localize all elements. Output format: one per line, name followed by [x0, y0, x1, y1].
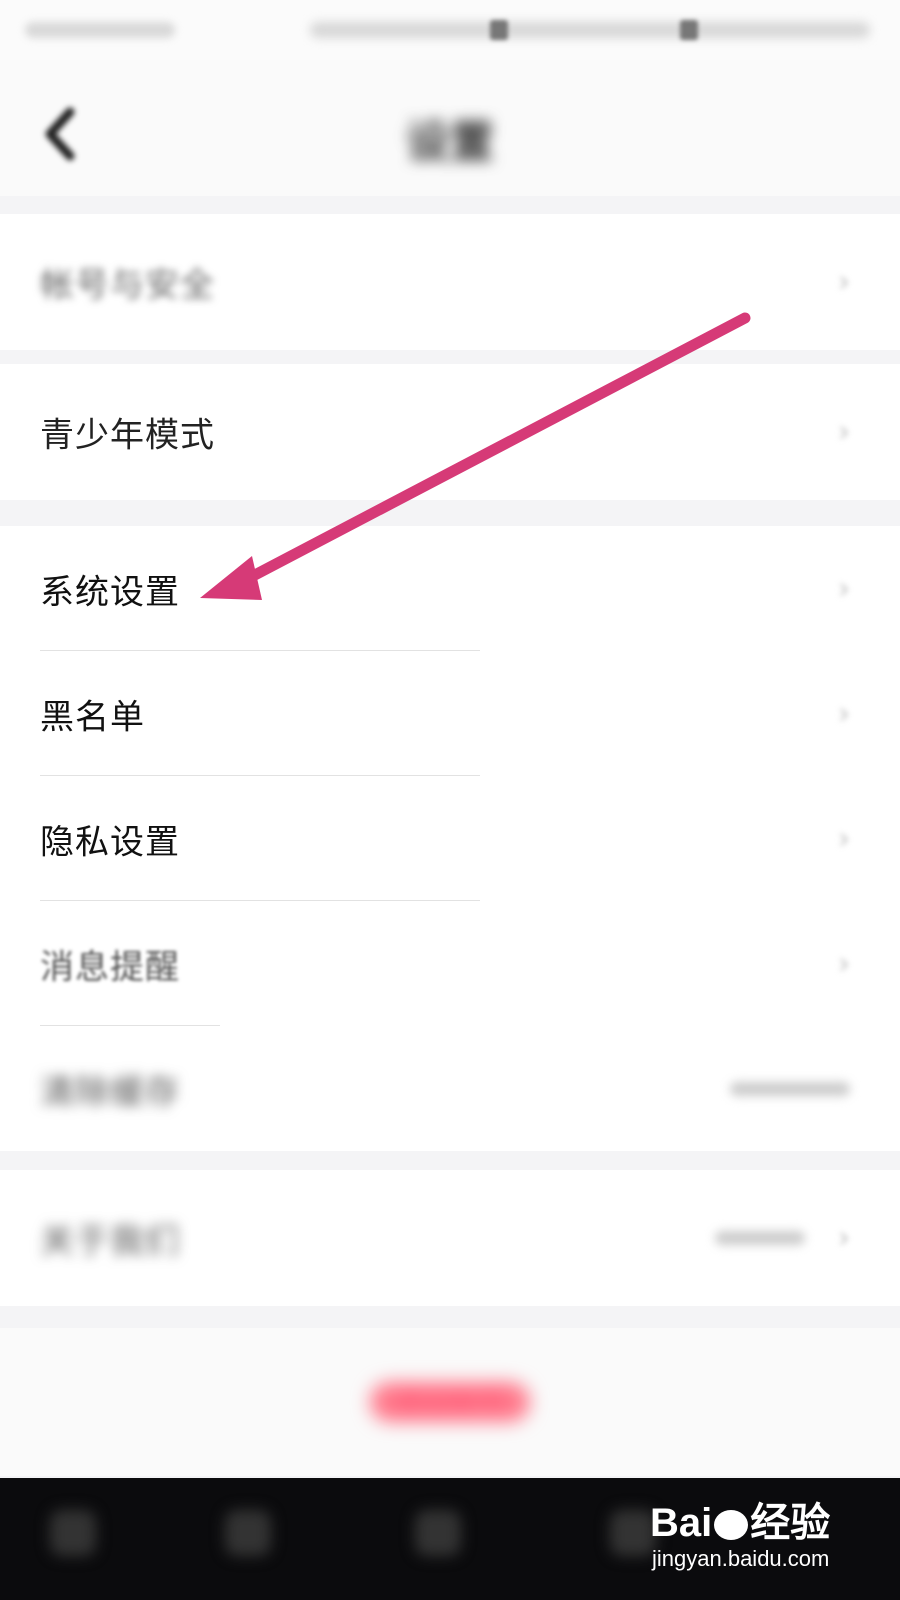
account-group: 帐号与安全 › — [0, 214, 900, 350]
watermark-site: jingyan.baidu.com — [652, 1546, 830, 1571]
blacklist-item[interactable]: 黑名单 › — [0, 651, 900, 776]
nav-tab[interactable] — [225, 1510, 271, 1556]
chevron-right-icon: › — [838, 264, 850, 300]
clear-cache-item[interactable]: 清除缓存 — [0, 1026, 900, 1151]
chevron-right-icon: › — [838, 414, 850, 450]
baidu-jingyan-watermark: Bai 经验 jingyan.baidu.com — [650, 1490, 840, 1600]
youth-mode-item[interactable]: 青少年模式 › — [0, 364, 900, 500]
logout-label: 退出帐号 — [393, 1385, 506, 1418]
about-us-label: 关于我们 — [40, 1221, 180, 1262]
chevron-right-icon: › — [838, 1220, 850, 1256]
general-settings-group: 系统设置 › 黑名单 › 隐私设置 › 消息提醒 › 清除缓存 — [0, 526, 900, 1151]
watermark-logo: Bai 经验 — [650, 1490, 830, 1548]
about-us-item[interactable]: 关于我们 › — [0, 1170, 900, 1306]
chevron-right-icon: › — [838, 571, 850, 606]
version-value — [715, 1231, 805, 1245]
navigation-bar: 设置 — [0, 60, 900, 196]
baidu-paw-icon — [714, 1510, 749, 1541]
clear-cache-label: 清除缓存 — [40, 1072, 180, 1112]
status-bar — [0, 0, 900, 60]
nav-tab[interactable] — [50, 1510, 96, 1556]
carrier-info — [25, 22, 175, 38]
signal-icon — [490, 20, 508, 40]
watermark-logo-suffix: 经验 — [750, 1501, 831, 1545]
youth-group: 青少年模式 › — [0, 364, 900, 500]
chevron-right-icon: › — [838, 946, 850, 981]
battery-icon — [680, 20, 698, 40]
watermark-logo-prefix: Bai — [650, 1501, 713, 1545]
account-security-label: 帐号与安全 — [40, 265, 215, 306]
system-settings-item[interactable]: 系统设置 › — [0, 526, 900, 651]
system-settings-label: 系统设置 — [40, 572, 180, 612]
privacy-settings-label: 隐私设置 — [40, 822, 180, 862]
message-reminder-label: 消息提醒 — [40, 947, 180, 987]
logout-section: 退出帐号 — [0, 1328, 900, 1476]
about-group: 关于我们 › — [0, 1170, 900, 1306]
youth-mode-label: 青少年模式 — [40, 415, 215, 456]
status-icons — [310, 22, 870, 38]
message-reminder-item[interactable]: 消息提醒 › — [0, 901, 900, 1026]
account-security-item[interactable]: 帐号与安全 › — [0, 214, 900, 350]
logout-button[interactable]: 退出帐号 — [370, 1382, 530, 1422]
chevron-right-icon: › — [838, 821, 850, 856]
privacy-settings-item[interactable]: 隐私设置 › — [0, 776, 900, 901]
chevron-right-icon: › — [838, 696, 850, 731]
page-title: 设置 — [406, 117, 494, 168]
nav-tab[interactable] — [415, 1510, 461, 1556]
cache-size-value — [730, 1081, 850, 1096]
blacklist-label: 黑名单 — [40, 697, 145, 737]
